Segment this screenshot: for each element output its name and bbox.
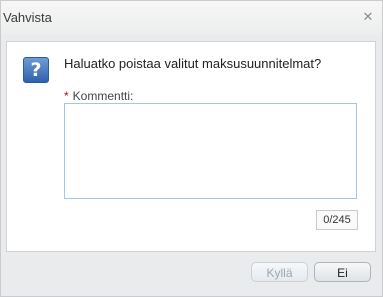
comment-label-text: Kommentti: <box>72 89 134 103</box>
comment-label: * Kommentti: <box>64 89 133 103</box>
question-icon: ? <box>23 57 49 83</box>
required-marker: * <box>64 89 69 103</box>
confirm-dialog: Vahvista ✕ ? Haluatko poistaa valitut ma… <box>0 0 383 297</box>
no-button[interactable]: Ei <box>314 262 371 282</box>
yes-button[interactable]: Kyllä <box>251 262 308 282</box>
confirm-question: Haluatko poistaa valitut maksusuunnitelm… <box>64 56 322 71</box>
character-counter: 0/245 <box>316 210 358 230</box>
comment-field[interactable] <box>64 103 357 199</box>
dialog-content: ? Haluatko poistaa valitut maksusuunnite… <box>6 41 376 252</box>
dialog-titlebar: Vahvista ✕ <box>1 1 382 35</box>
dialog-title: Vahvista <box>3 10 52 25</box>
close-icon[interactable]: ✕ <box>361 10 375 24</box>
